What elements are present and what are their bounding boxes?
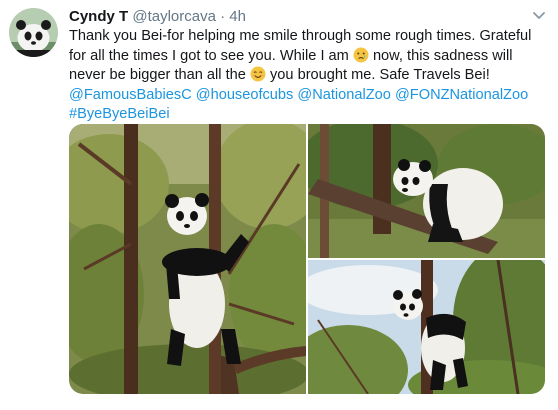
tweet-photo[interactable] [308,260,545,394]
hashtag-link[interactable]: #ByeByeBeiBei [69,106,170,122]
media-grid [69,124,545,394]
mention-link[interactable]: @NationalZoo [297,87,391,103]
smiling-face-icon [250,66,266,82]
tweet-text-part: you brought me. Safe Travels Bei! [265,67,490,84]
tweet-photo[interactable] [69,124,306,394]
tweet-photo[interactable] [308,124,545,258]
tweet-header: Cyndy T @taylorcava · 4h [69,7,246,27]
timestamp[interactable]: 4h [229,8,246,25]
tweet-card[interactable]: Cyndy T @taylorcava · 4h Thank you Bei-f… [0,0,558,410]
mention-link[interactable]: @FONZNationalZoo [395,87,528,103]
tweet-text: Thank you Bei-for helping me smile throu… [69,27,549,125]
user-handle[interactable]: @taylorcava [132,8,216,25]
mention-link[interactable]: @FamousBabiesC [69,87,192,103]
chevron-down-icon[interactable] [531,9,547,23]
separator: · [220,8,226,25]
display-name[interactable]: Cyndy T [69,8,128,25]
crying-face-icon [353,47,369,63]
avatar[interactable] [9,8,58,57]
mention-link[interactable]: @houseofcubs [196,87,294,103]
